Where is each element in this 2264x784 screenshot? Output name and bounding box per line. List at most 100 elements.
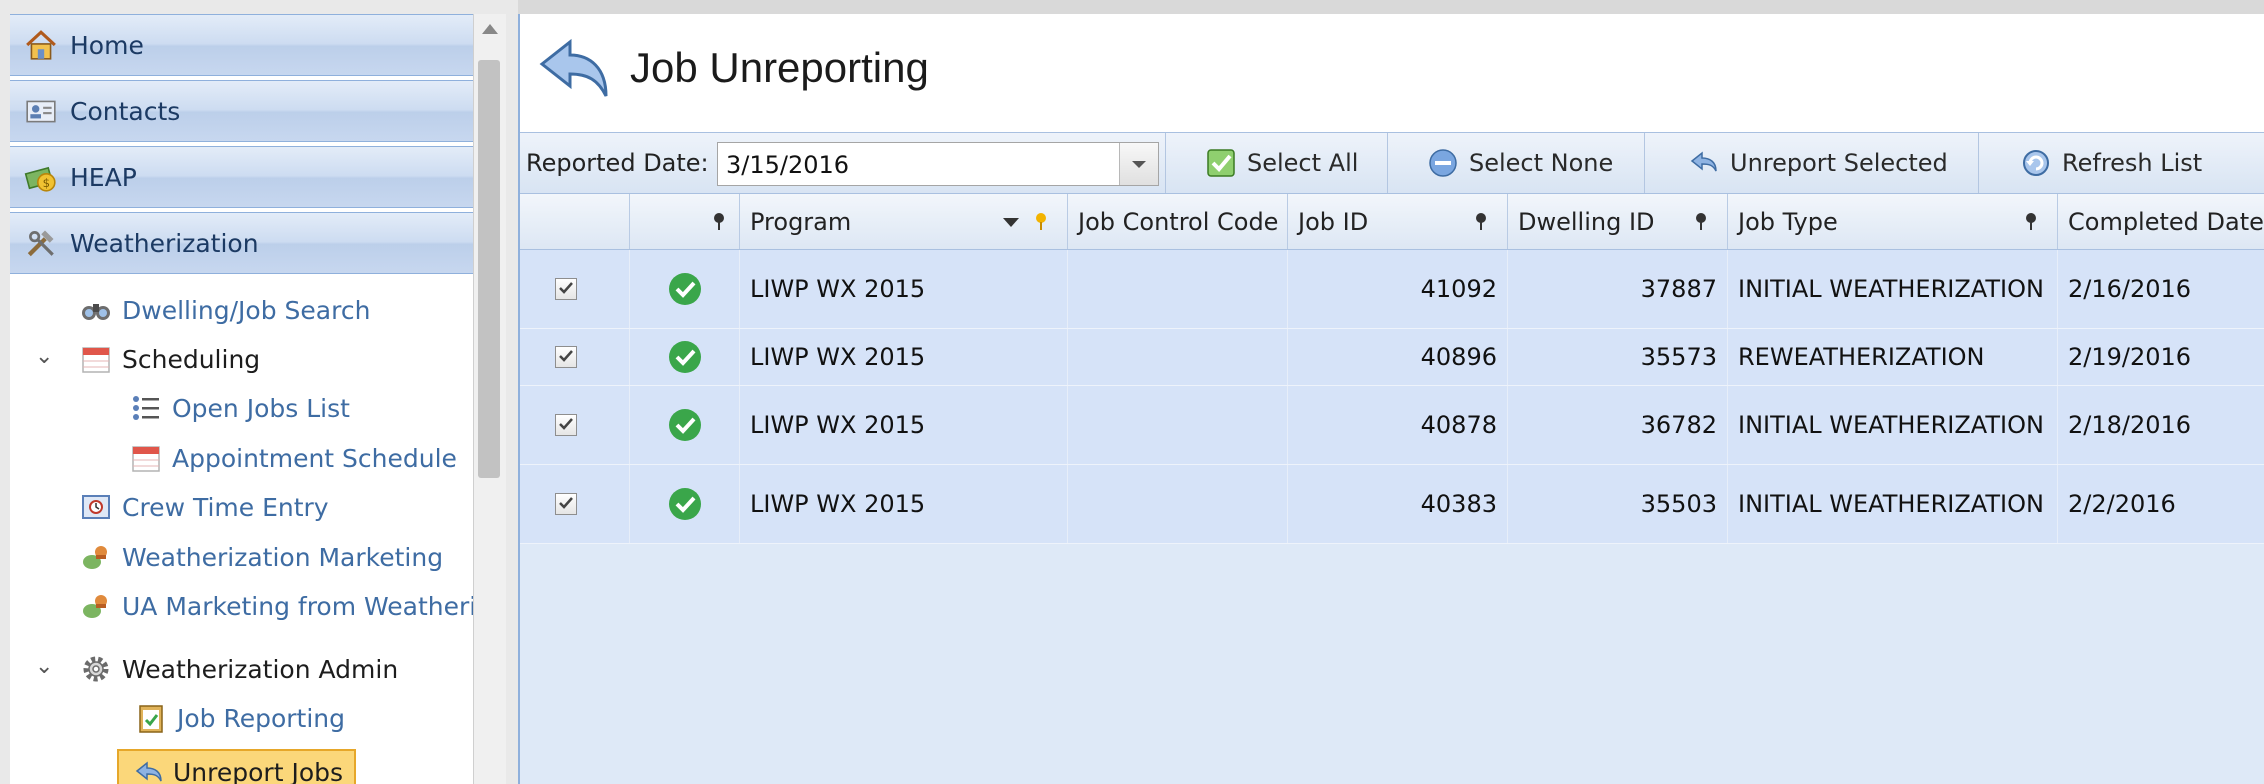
unreport-selected-button[interactable]: Unreport Selected [1688, 141, 1948, 185]
sort-descending-icon[interactable] [1003, 218, 1019, 227]
scrollbar-thumb[interactable] [478, 60, 500, 478]
column-label: Completed Date [2068, 207, 2264, 236]
toolbar-divider [1978, 133, 1979, 193]
dwelling-id-cell: 36782 [1508, 386, 1728, 464]
chevron-down-icon [1132, 161, 1146, 168]
filter-active-icon[interactable] [1032, 212, 1050, 232]
table-row[interactable]: LIWP WX 2015 40896 35573 REWEATHERIZATIO… [520, 329, 2264, 386]
completed-date-cell: 2/18/2016 [2068, 411, 2192, 439]
column-header-dwelling-id[interactable]: Dwelling ID [1508, 194, 1728, 249]
sidebar-item-job-reporting[interactable]: Job Reporting [135, 697, 345, 739]
binoculars-icon [82, 304, 110, 320]
column-header-status[interactable] [630, 194, 740, 249]
completed-date-cell: 2/19/2016 [2068, 343, 2192, 371]
tools-icon [27, 230, 54, 257]
sidebar-scrollbar[interactable] [473, 14, 506, 784]
sidebar-item-label: Unreport Jobs [173, 758, 344, 784]
calendar-icon [82, 347, 110, 373]
contacts-card-icon [26, 100, 56, 123]
toolbar: Reported Date: Select All Select None [520, 132, 2264, 194]
sidebar-item-open-jobs-list[interactable]: Open Jobs List [130, 387, 350, 429]
scroll-up-arrow-icon[interactable] [482, 24, 498, 34]
select-none-button[interactable]: Select None [1427, 141, 1613, 185]
column-header-completed-date[interactable]: Completed Date [2058, 194, 2264, 249]
status-complete-icon [668, 409, 701, 441]
column-label: Job Type [1738, 207, 1838, 236]
marketing-icon [83, 546, 107, 569]
date-dropdown-button[interactable] [1119, 143, 1158, 185]
main-content: Job Unreporting Reported Date: Select Al… [518, 14, 2264, 784]
home-icon [26, 30, 56, 60]
sidebar-splitter[interactable] [508, 14, 518, 784]
nav-header-home[interactable]: Home [10, 14, 473, 76]
filter-icon[interactable] [710, 212, 728, 232]
column-header-job-control-code[interactable]: Job Control Code [1068, 194, 1288, 249]
row-select-cell[interactable] [520, 465, 630, 543]
nav-header-label: Contacts [70, 96, 181, 126]
chevron-down-icon[interactable]: ⌄ [35, 654, 53, 679]
column-header-job-id[interactable]: Job ID [1288, 194, 1508, 249]
column-header-select[interactable] [520, 194, 630, 249]
sidebar-item-weatherization-admin[interactable]: Weatherization Admin [80, 648, 398, 690]
sidebar-item-weatherization-marketing[interactable]: Weatherization Marketing [80, 536, 443, 578]
sidebar-item-dwelling-job-search[interactable]: Dwelling/Job Search [80, 289, 370, 331]
list-icon [133, 396, 159, 420]
table-row[interactable]: LIWP WX 2015 41092 37887 INITIAL WEATHER… [520, 250, 2264, 329]
nav-header-weatherization[interactable]: Weatherization [10, 212, 473, 274]
sidebar-item-ua-marketing[interactable]: UA Marketing from Weatheriz [80, 585, 473, 627]
checkmark-icon [559, 282, 573, 294]
table-row[interactable]: LIWP WX 2015 40383 35503 INITIAL WEATHER… [520, 465, 2264, 544]
status-cell [630, 329, 740, 385]
title-bar: Job Unreporting [520, 14, 2264, 132]
sidebar-item-label: Weatherization Marketing [122, 542, 444, 572]
sidebar-item-label: Weatherization Admin [122, 654, 399, 684]
status-cell [630, 386, 740, 464]
sidebar-item-appointment-schedule[interactable]: Appointment Schedule [130, 437, 457, 479]
job-control-code-cell [1068, 250, 1288, 328]
job-control-code-cell [1068, 386, 1288, 464]
row-select-cell[interactable] [520, 250, 630, 328]
row-checkbox[interactable] [555, 414, 577, 436]
job-type-cell: INITIAL WEATHERIZATION [1728, 465, 2058, 543]
filter-icon[interactable] [1472, 212, 1490, 232]
status-complete-icon [668, 488, 701, 520]
checkmark-icon [559, 418, 573, 430]
select-all-button[interactable]: Select All [1205, 141, 1358, 185]
sidebar-item-label: Appointment Schedule [172, 443, 457, 473]
marketing-icon [83, 595, 107, 618]
row-checkbox[interactable] [555, 493, 577, 515]
nav-header-label: Home [70, 30, 144, 60]
job-type-cell: INITIAL WEATHERIZATION [1728, 250, 2058, 328]
checkbox-checked-icon [1207, 149, 1235, 177]
job-type-cell: INITIAL WEATHERIZATION [1728, 386, 2058, 464]
column-header-job-type[interactable]: Job Type [1728, 194, 2058, 249]
filter-icon[interactable] [1692, 212, 1710, 232]
sidebar-panel: Home Contacts $ HEAP Weatherization Dwel… [10, 14, 473, 784]
nav-header-contacts[interactable]: Contacts [10, 80, 473, 142]
column-label: Dwelling ID [1518, 207, 1655, 236]
sidebar-item-unreport-jobs[interactable]: Unreport Jobs [117, 749, 356, 784]
row-select-cell[interactable] [520, 329, 630, 385]
filter-icon[interactable] [2022, 212, 2040, 232]
row-checkbox[interactable] [555, 278, 577, 300]
column-label: Job Control Code [1078, 207, 1279, 236]
sidebar-item-crew-time-entry[interactable]: Crew Time Entry [80, 486, 329, 528]
table-row[interactable]: LIWP WX 2015 40878 36782 INITIAL WEATHER… [520, 386, 2264, 465]
unreport-arrow-icon [135, 760, 162, 781]
chevron-down-icon[interactable]: ⌄ [35, 344, 53, 369]
row-select-cell[interactable] [520, 386, 630, 464]
reported-date-label: Reported Date: [526, 149, 709, 177]
column-header-program[interactable]: Program [740, 194, 1068, 249]
nav-header-label: Weatherization [70, 228, 259, 258]
row-checkbox[interactable] [555, 346, 577, 368]
sidebar-item-scheduling[interactable]: Scheduling [80, 338, 260, 380]
job-type-cell: REWEATHERIZATION [1728, 329, 2058, 385]
refresh-list-button[interactable]: Refresh List [2020, 141, 2202, 185]
nav-header-heap[interactable]: $ HEAP [10, 146, 473, 208]
gear-icon [83, 656, 109, 682]
reported-date-combobox[interactable] [717, 142, 1159, 187]
checkmark-icon [559, 350, 573, 362]
reported-date-input[interactable] [718, 143, 1128, 187]
time-entry-icon [82, 495, 110, 519]
job-control-code-cell [1068, 465, 1288, 543]
